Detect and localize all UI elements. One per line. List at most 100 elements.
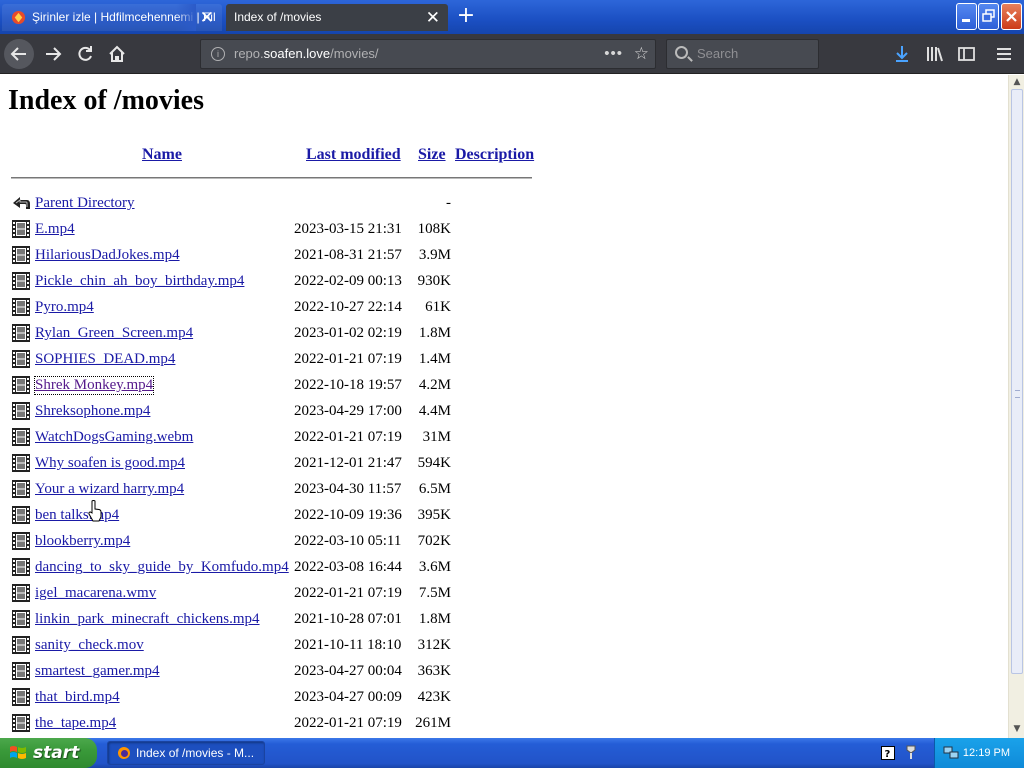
system-tray: 12:19 PM xyxy=(934,738,1024,768)
file-link[interactable]: igel_macarena.wmv xyxy=(35,585,156,602)
column-header-name[interactable]: Name xyxy=(142,146,182,164)
file-link[interactable]: Pyro.mp4 xyxy=(35,299,94,316)
start-button[interactable]: start xyxy=(0,738,97,768)
maximize-button[interactable] xyxy=(978,3,999,30)
file-row: Shrek Monkey.mp4 2022-10-18 19:57 4.2M xyxy=(8,374,468,400)
file-link[interactable]: E.mp4 xyxy=(35,221,75,238)
tab-sirinler[interactable]: Şirinler izle | Hdfilmcehennemi | Fil ✕ xyxy=(2,4,222,31)
file-link[interactable]: Shrek Monkey.mp4 xyxy=(33,376,155,395)
minimize-button[interactable] xyxy=(956,3,977,30)
taskbar: start Index of /movies - M... ? 12:19 PM xyxy=(0,738,1024,768)
file-row: Why soafen is good.mp4 2021-12-01 21:47 59… xyxy=(8,452,468,478)
video-file-icon xyxy=(12,428,30,446)
file-row: sanity_check.mov 2021-10-11 18:10 312K xyxy=(8,634,468,660)
file-link[interactable]: Why soafen is good.mp4 xyxy=(35,455,185,472)
new-tab-button[interactable]: + xyxy=(455,4,477,30)
file-row: SOPHIES_DEAD.mp4 2022-01-21 07:19 1.4M xyxy=(8,348,468,374)
file-link[interactable]: HilariousDadJokes.mp4 xyxy=(35,247,180,264)
svg-text:?: ? xyxy=(885,749,891,760)
parent-directory-link[interactable]: Parent Directory xyxy=(35,195,135,212)
file-size: 1.8M xyxy=(418,611,451,627)
help-icon[interactable]: ? xyxy=(881,746,895,760)
url-bar[interactable]: i repo.soafen.love/movies/ ••• ☆ xyxy=(200,39,656,69)
file-modified: 2023-01-02 02:19 xyxy=(294,325,402,341)
tab-close-icon[interactable]: ✕ xyxy=(200,4,214,31)
file-row: Pyro.mp4 2022-10-27 22:14 61K xyxy=(8,296,468,322)
back-folder-icon xyxy=(13,197,30,209)
column-header-size[interactable]: Size xyxy=(418,146,446,164)
file-modified: 2023-04-29 17:00 xyxy=(294,403,402,419)
file-link[interactable]: Rylan_Green_Screen.mp4 xyxy=(35,325,193,342)
file-size: 31M xyxy=(422,429,451,445)
video-file-icon xyxy=(12,350,30,368)
column-header-description[interactable]: Description xyxy=(455,146,534,164)
file-link[interactable]: that_bird.mp4 xyxy=(35,689,120,706)
file-link[interactable]: blookberry.mp4 xyxy=(35,533,130,550)
home-button[interactable] xyxy=(102,39,132,69)
clock[interactable]: 12:19 PM xyxy=(963,738,1010,768)
close-window-button[interactable] xyxy=(1001,3,1022,30)
tab-close-icon[interactable]: ✕ xyxy=(426,4,440,31)
file-link[interactable]: linkin_park_minecraft_chickens.mp4 xyxy=(35,611,260,628)
library-button[interactable] xyxy=(920,39,948,69)
file-row: Your a wizard harry.mp4 2023-04-30 11:57 6… xyxy=(8,478,468,504)
file-modified: 2022-02-09 00:13 xyxy=(294,273,402,289)
safely-remove-icon[interactable] xyxy=(904,744,918,760)
bookmark-star-icon[interactable]: ☆ xyxy=(634,40,649,68)
video-file-icon xyxy=(12,454,30,472)
video-file-icon xyxy=(12,298,30,316)
file-size: 4.4M xyxy=(418,403,451,419)
file-link[interactable]: SOPHIES_DEAD.mp4 xyxy=(35,351,175,368)
video-file-icon xyxy=(12,272,30,290)
menu-button[interactable] xyxy=(990,39,1018,69)
page-actions-icon[interactable]: ••• xyxy=(604,40,623,68)
file-size: 108K xyxy=(417,221,451,237)
taskbar-item-firefox[interactable]: Index of /movies - M... xyxy=(107,741,265,765)
scrollbar-thumb[interactable] xyxy=(1011,89,1023,674)
sidebar-icon xyxy=(958,47,975,61)
file-modified: 2022-01-21 07:19 xyxy=(294,351,402,367)
download-icon xyxy=(896,46,908,62)
home-icon xyxy=(109,45,125,62)
file-row: E.mp4 2023-03-15 21:31 108K xyxy=(8,218,468,244)
file-link[interactable]: the_tape.mp4 xyxy=(35,715,116,732)
back-button[interactable] xyxy=(4,39,34,69)
file-row: Rylan_Green_Screen.mp4 2023-01-02 02:19 1.… xyxy=(8,322,468,348)
network-icon[interactable] xyxy=(943,746,959,760)
file-link[interactable]: Shreksophone.mp4 xyxy=(35,403,150,420)
file-size: 4.2M xyxy=(418,377,451,393)
url-text[interactable]: repo.soafen.love/movies/ xyxy=(234,40,379,68)
file-link[interactable]: Your a wizard harry.mp4 xyxy=(35,481,184,498)
tab-index-movies[interactable]: Index of /movies ✕ xyxy=(226,4,448,31)
file-link[interactable]: smartest_gamer.mp4 xyxy=(35,663,160,680)
sidebar-button[interactable] xyxy=(952,39,980,69)
arrow-right-icon xyxy=(46,47,62,61)
scroll-down-icon[interactable]: ▼ xyxy=(1011,723,1023,735)
column-header-last-modified[interactable]: Last modified xyxy=(306,146,401,164)
forward-button[interactable] xyxy=(38,39,68,69)
reload-button[interactable] xyxy=(70,39,100,69)
video-file-icon xyxy=(12,402,30,420)
search-input[interactable]: Search xyxy=(666,39,819,69)
restore-icon xyxy=(982,9,995,22)
file-link[interactable]: sanity_check.mov xyxy=(35,637,144,654)
file-modified: 2022-10-27 22:14 xyxy=(294,299,402,315)
video-file-icon xyxy=(12,584,30,602)
file-modified: 2022-10-09 19:36 xyxy=(294,507,402,523)
close-icon xyxy=(1006,11,1017,22)
downloads-button[interactable] xyxy=(888,39,916,69)
info-icon[interactable]: i xyxy=(211,47,225,61)
file-size: 594K xyxy=(417,455,451,471)
tray-icons: ? xyxy=(878,743,926,763)
vertical-scrollbar[interactable]: ▲ ▼ xyxy=(1008,75,1024,738)
file-link[interactable]: ben talks.mp4 xyxy=(35,507,119,524)
file-link[interactable]: Pickle_chin_ah_boy_birthday.mp4 xyxy=(35,273,244,290)
parent-size: - xyxy=(446,195,451,211)
scroll-up-icon[interactable]: ▲ xyxy=(1011,76,1023,88)
file-size: 261M xyxy=(415,715,451,731)
minimize-icon xyxy=(962,19,970,22)
file-link[interactable]: WatchDogsGaming.webm xyxy=(35,429,193,446)
file-link[interactable]: dancing_to_sky_guide_by_Komfudo.mp4 xyxy=(35,559,289,576)
hamburger-menu-icon xyxy=(997,48,1011,60)
file-modified: 2023-04-30 11:57 xyxy=(294,481,402,497)
